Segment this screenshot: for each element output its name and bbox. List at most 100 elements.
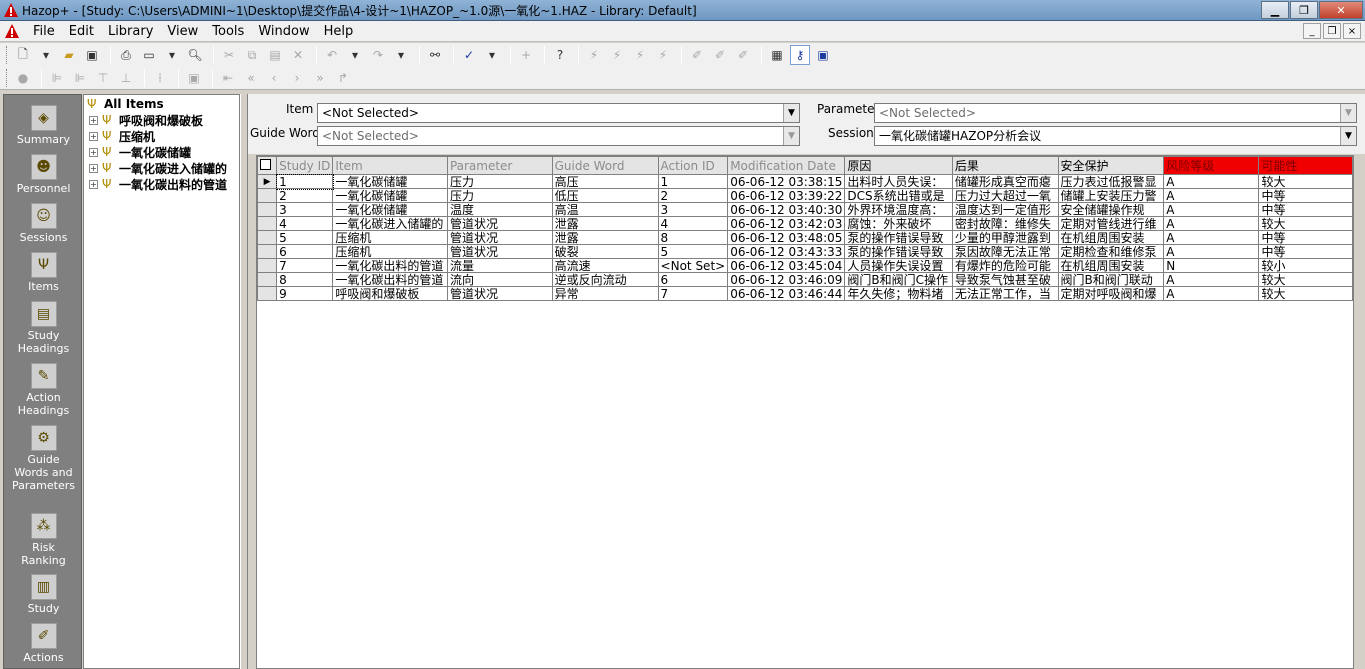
grid-view-icon[interactable]: ▦ bbox=[767, 45, 787, 65]
col-header-cause[interactable]: 原因 bbox=[844, 156, 953, 175]
undo-dropdown-icon[interactable]: ▾ bbox=[345, 45, 365, 65]
menu-file[interactable]: File bbox=[26, 24, 62, 39]
cell-study-id[interactable]: 8 bbox=[276, 272, 334, 287]
cell-parameter[interactable]: 流量 bbox=[446, 258, 553, 273]
action-edit-icon[interactable]: ✐ bbox=[733, 45, 753, 65]
nav-summary[interactable]: ◈ Summary bbox=[4, 105, 83, 146]
save-icon[interactable]: ▣ bbox=[82, 45, 102, 65]
cell-risk-level[interactable]: A bbox=[1163, 216, 1260, 231]
spell-check-icon[interactable]: ✓ bbox=[459, 45, 479, 65]
maximize-button[interactable]: ❐ bbox=[1290, 1, 1318, 19]
table-row[interactable]: 6 压缩机 管道状况 破裂 5 06-06-12 03:43:33 泵的操作错误导致 泵因故障… bbox=[257, 244, 1353, 259]
cell-likelihood[interactable]: 较大 bbox=[1258, 272, 1353, 287]
table-row[interactable]: ▶ 1 一氧化碳储罐 压力 高压 1 06-06-12 03:38:15 出料时人员失误： 储罐… bbox=[257, 173, 1353, 190]
table-row[interactable]: 3 一氧化碳储罐 温度 高温 3 06-06-12 03:40:30 外界环境温度高： 温度达… bbox=[257, 202, 1353, 217]
cell-consequence[interactable]: 储罐形成真空而瘪 bbox=[951, 174, 1059, 189]
cell-action-id[interactable]: 2 bbox=[657, 188, 729, 203]
cell-safeguards[interactable]: 储罐上安装压力警 bbox=[1057, 188, 1165, 203]
col-header-item[interactable]: Item bbox=[332, 156, 448, 175]
cell-cause[interactable]: 阀门B和阀门C操作 bbox=[844, 272, 953, 287]
expand-icon[interactable]: + bbox=[89, 115, 98, 125]
nav-items[interactable]: Ψ Items bbox=[4, 252, 83, 293]
col-header-guide-word[interactable]: Guide Word bbox=[551, 156, 659, 175]
paste-icon[interactable]: ▤ bbox=[265, 45, 285, 65]
cell-guide-word[interactable]: 低压 bbox=[551, 188, 659, 203]
cell-study-id[interactable]: 5 bbox=[276, 230, 334, 245]
cell-consequence[interactable]: 少量的甲醇泄露到 bbox=[951, 230, 1059, 245]
cell-action-id[interactable]: 7 bbox=[657, 286, 729, 301]
row-selector[interactable] bbox=[257, 202, 278, 217]
cell-action-id[interactable]: 8 bbox=[657, 230, 729, 245]
cell-risk-level[interactable]: A bbox=[1163, 174, 1260, 189]
previous-icon[interactable]: ‹ bbox=[264, 68, 284, 88]
cell-parameter[interactable]: 管道状况 bbox=[446, 286, 553, 301]
document-warning-icon[interactable] bbox=[4, 23, 20, 39]
cell-cause[interactable]: DCS系统出错或是 bbox=[844, 188, 953, 203]
cell-item[interactable]: 一氧化碳储罐 bbox=[332, 202, 448, 217]
delete-icon[interactable]: ✕ bbox=[288, 45, 308, 65]
cell-guide-word[interactable]: 泄露 bbox=[551, 216, 659, 231]
cell-consequence[interactable]: 密封故障：维修失 bbox=[951, 216, 1059, 231]
cell-parameter[interactable]: 压力 bbox=[446, 174, 553, 189]
cell-action-id[interactable]: 1 bbox=[657, 174, 729, 189]
redo-dropdown-icon[interactable]: ▾ bbox=[391, 45, 411, 65]
cell-risk-level[interactable]: A bbox=[1163, 202, 1260, 217]
cell-cause[interactable]: 泵的操作错误导致 bbox=[844, 230, 953, 245]
cell-modification-date[interactable]: 06-06-12 03:42:03 bbox=[727, 216, 846, 231]
action-add-icon[interactable]: ✐ bbox=[710, 45, 730, 65]
table-row[interactable]: 7 一氧化碳出料的管道 流量 高流速 <Not Set> 06-06-12 03:45:0… bbox=[257, 258, 1353, 273]
nav-guide-words[interactable]: ⚙ Guide Words and Parameters bbox=[4, 425, 83, 492]
frame-icon[interactable]: ▣ bbox=[184, 68, 204, 88]
table-row[interactable]: 2 一氧化碳储罐 压力 低压 2 06-06-12 03:39:22 DCS系统出错或是 压力… bbox=[257, 188, 1353, 203]
cell-guide-word[interactable]: 高压 bbox=[551, 174, 659, 189]
dotted-grid-icon[interactable]: ⁞ bbox=[150, 68, 170, 88]
align-top-icon[interactable]: ⊤ bbox=[93, 68, 113, 88]
row-selector[interactable] bbox=[257, 230, 278, 245]
cell-item[interactable]: 呼吸阀和爆破板 bbox=[332, 286, 448, 301]
cell-study-id[interactable]: 1 bbox=[275, 173, 334, 190]
action-icon[interactable]: ✐ bbox=[687, 45, 707, 65]
cell-parameter[interactable]: 管道状况 bbox=[446, 230, 553, 245]
row-selector[interactable] bbox=[257, 216, 278, 231]
cell-cause[interactable]: 人员操作失误设置 bbox=[844, 258, 953, 273]
cell-modification-date[interactable]: 06-06-12 03:48:05 bbox=[727, 230, 846, 245]
align-left-icon[interactable]: ⊫ bbox=[47, 68, 67, 88]
table-row[interactable]: 5 压缩机 管道状况 泄露 8 06-06-12 03:48:05 泵的操作错误导致 少量的甲… bbox=[257, 230, 1353, 245]
cell-guide-word[interactable]: 高流速 bbox=[551, 258, 659, 273]
cell-item[interactable]: 压缩机 bbox=[332, 230, 448, 245]
page-setup-icon[interactable]: ▭ bbox=[139, 45, 159, 65]
tree-item[interactable]: + Ψ 压缩机 bbox=[84, 128, 155, 144]
col-header-modification-date[interactable]: Modification Date bbox=[727, 156, 846, 175]
col-header-parameter[interactable]: Parameter bbox=[446, 156, 553, 175]
menu-view[interactable]: View bbox=[160, 24, 205, 39]
cell-item[interactable]: 一氧化碳储罐 bbox=[332, 174, 448, 189]
cell-item[interactable]: 压缩机 bbox=[332, 244, 448, 259]
cell-risk-level[interactable]: N bbox=[1163, 258, 1260, 273]
cell-consequence[interactable]: 泵因故障无法正常 bbox=[951, 244, 1059, 259]
find-icon[interactable]: ⚯ bbox=[425, 45, 445, 65]
page-dropdown-icon[interactable]: ▾ bbox=[162, 45, 182, 65]
cell-cause[interactable]: 年久失修；物料堵 bbox=[844, 286, 953, 301]
cell-likelihood[interactable]: 较小 bbox=[1258, 258, 1353, 273]
table-row[interactable]: 8 一氧化碳出料的管道 流向 逆或反向流动 6 06-06-12 03:46:09 阀门B和… bbox=[257, 272, 1353, 287]
align-bottom-icon[interactable]: ⊥ bbox=[116, 68, 136, 88]
cell-likelihood[interactable]: 中等 bbox=[1258, 202, 1353, 217]
cell-item[interactable]: 一氧化碳出料的管道 bbox=[332, 272, 448, 287]
cell-consequence[interactable]: 压力过大超过一氧 bbox=[951, 188, 1059, 203]
col-header-consequence[interactable]: 后果 bbox=[951, 156, 1059, 175]
cell-action-id[interactable]: 3 bbox=[657, 202, 729, 217]
tree-item[interactable]: + Ψ 呼吸阀和爆破板 bbox=[84, 112, 203, 128]
cell-modification-date[interactable]: 06-06-12 03:39:22 bbox=[727, 188, 846, 203]
cell-safeguards[interactable]: 在机组周围安装 bbox=[1057, 258, 1165, 273]
session-filter-select[interactable]: 一氧化碳储罐HAZOP分析会议 ▼ bbox=[874, 126, 1357, 146]
parameter-filter-select[interactable]: <Not Selected> ▼ bbox=[874, 103, 1357, 123]
tree-item[interactable]: + Ψ 一氧化碳出料的管道 bbox=[84, 176, 227, 192]
col-header-safeguards[interactable]: 安全保护 bbox=[1057, 156, 1165, 175]
cell-safeguards[interactable]: 压力表过低报警显 bbox=[1057, 174, 1165, 189]
cell-item[interactable]: 一氧化碳储罐 bbox=[332, 188, 448, 203]
link-remove-icon[interactable]: ⚡ bbox=[630, 45, 650, 65]
cell-study-id[interactable]: 3 bbox=[276, 202, 334, 217]
add-icon[interactable]: + bbox=[516, 45, 536, 65]
cell-cause[interactable]: 腐蚀：外来破坏 bbox=[844, 216, 953, 231]
row-selector[interactable] bbox=[257, 258, 278, 273]
